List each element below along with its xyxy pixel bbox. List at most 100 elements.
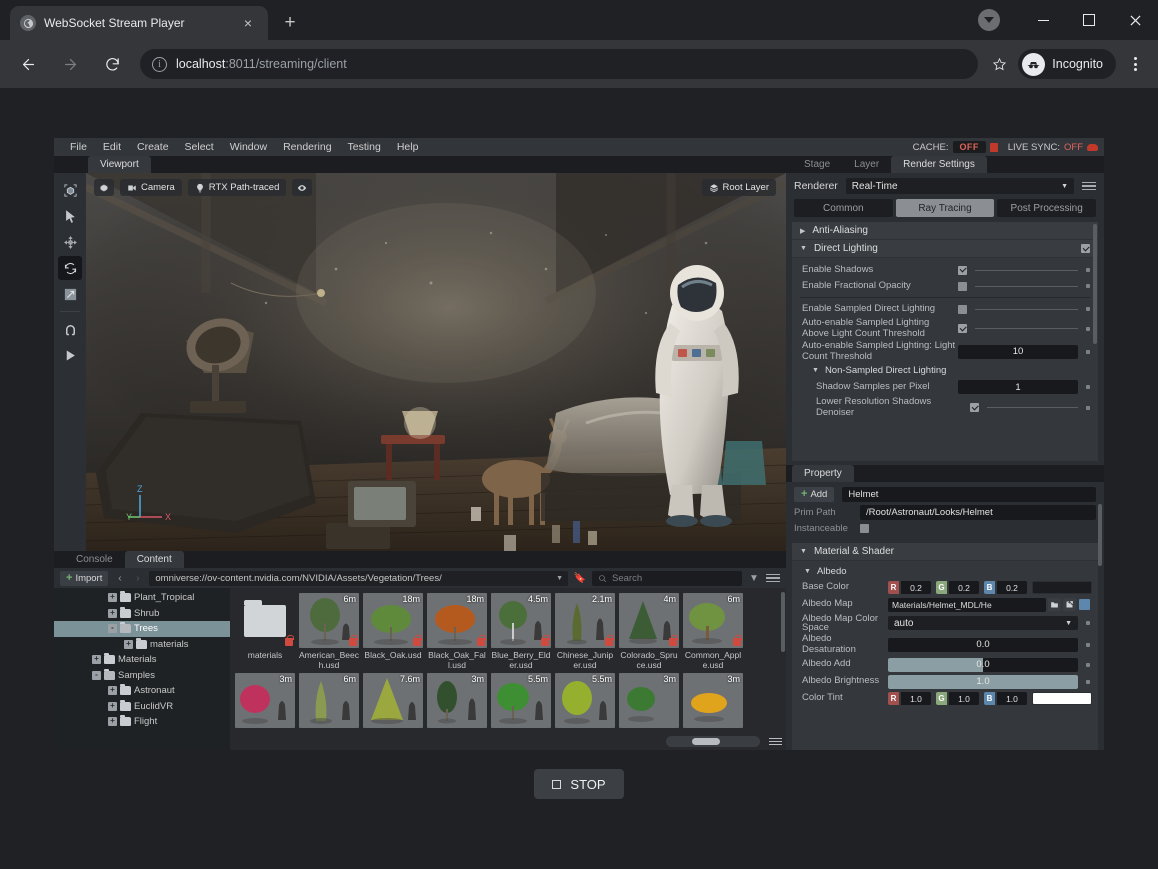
- menu-item-select[interactable]: Select: [177, 138, 222, 156]
- prim-path-field[interactable]: /Root/Astronaut/Looks/Helmet: [860, 505, 1096, 520]
- asset-item[interactable]: 5.5m: [491, 673, 551, 728]
- camera-button[interactable]: Camera: [120, 179, 182, 196]
- segment-ray-tracing[interactable]: Ray Tracing: [895, 199, 995, 217]
- channel-b-value[interactable]: 0.2: [997, 581, 1027, 594]
- tree-row[interactable]: + materials: [54, 637, 230, 653]
- expander[interactable]: -: [92, 670, 101, 680]
- channel-r-value[interactable]: 0.2: [901, 581, 931, 594]
- reset-dot[interactable]: [1086, 679, 1090, 684]
- section-checkbox[interactable]: [1081, 244, 1090, 253]
- section-direct-lighting[interactable]: ▼ Direct Lighting: [792, 240, 1098, 258]
- tree-row-trees[interactable]: - Trees: [54, 621, 230, 637]
- asset-item[interactable]: 2.1m Chinese_Juniper.usd: [555, 593, 615, 670]
- checkbox[interactable]: [958, 281, 967, 291]
- asset-item[interactable]: 6m American_Beech.usd: [299, 593, 359, 670]
- tint-g-value[interactable]: 1.0: [949, 692, 979, 705]
- checkbox[interactable]: [970, 403, 979, 412]
- tree-row[interactable]: + Astronaut: [54, 683, 230, 699]
- menu-item-rendering[interactable]: Rendering: [275, 138, 339, 156]
- viewport-settings-button[interactable]: [94, 179, 114, 196]
- checkbox[interactable]: [958, 265, 967, 275]
- render-settings-scrollbar[interactable]: [1093, 224, 1097, 344]
- asset-item[interactable]: 6m Common_Apple.usd: [683, 593, 743, 670]
- address-bar[interactable]: i localhost:8011/streaming/client: [140, 49, 979, 79]
- menu-item-create[interactable]: Create: [129, 138, 177, 156]
- external-link-icon[interactable]: [1063, 598, 1076, 611]
- section-anti-aliasing[interactable]: ▶ Anti-Aliasing: [792, 222, 1098, 240]
- asset-item[interactable]: materials: [235, 593, 295, 670]
- minimize-icon[interactable]: [1020, 0, 1066, 40]
- tree-row[interactable]: + Shrub: [54, 606, 230, 622]
- tab-viewport[interactable]: Viewport: [88, 156, 151, 173]
- menu-item-file[interactable]: File: [62, 138, 95, 156]
- visibility-button[interactable]: [292, 179, 313, 196]
- tab-layer[interactable]: Layer: [842, 156, 891, 173]
- tree-row[interactable]: + Plant_Tropical: [54, 590, 230, 606]
- import-button[interactable]: + Import: [60, 570, 109, 586]
- maximize-icon[interactable]: [1066, 0, 1112, 40]
- grid-scrollbar[interactable]: [781, 592, 785, 652]
- expander[interactable]: +: [108, 608, 117, 618]
- expander[interactable]: +: [108, 593, 117, 603]
- live-sync-status[interactable]: LIVE SYNC: OFF: [1008, 142, 1098, 153]
- segment-post-processing[interactable]: Post Processing: [997, 199, 1097, 217]
- bookmark-icon[interactable]: 🔖: [573, 573, 587, 584]
- section-material-shader[interactable]: ▼ Material & Shader: [792, 543, 1098, 561]
- back-arrow-icon[interactable]: [12, 48, 44, 80]
- asset-item[interactable]: 3m: [619, 673, 679, 728]
- tint-swatch[interactable]: [1032, 692, 1092, 705]
- scale-icon[interactable]: [58, 282, 82, 306]
- star-icon[interactable]: [986, 51, 1012, 77]
- render-mode-button[interactable]: RTX Path-traced: [187, 179, 287, 196]
- profile-chip[interactable]: Incognito: [1018, 49, 1116, 79]
- info-icon[interactable]: i: [152, 56, 167, 72]
- cache-status[interactable]: CACHE: OFF: [913, 141, 998, 153]
- tint-r-value[interactable]: 1.0: [901, 692, 931, 705]
- tab-stage[interactable]: Stage: [792, 156, 842, 173]
- tree-row[interactable]: + Flight: [54, 714, 230, 730]
- browser-tab[interactable]: WebSocket Stream Player ×: [10, 6, 268, 40]
- property-scrollbar[interactable]: [1098, 504, 1102, 566]
- path-field[interactable]: omniverse://ov-content.nvidia.com/NVIDIA…: [149, 570, 568, 586]
- expander[interactable]: +: [92, 655, 101, 665]
- reload-icon[interactable]: [96, 48, 128, 80]
- kebab-menu-icon[interactable]: [1120, 49, 1150, 79]
- desaturation-slider[interactable]: 0.0: [888, 637, 1078, 652]
- albedo-brightness-slider[interactable]: 1.0: [888, 674, 1078, 689]
- albedo-map-field[interactable]: Materials/Helmet_MDL/He: [888, 597, 1046, 612]
- reset-dot[interactable]: [1086, 268, 1090, 272]
- folder-browse-icon[interactable]: [1048, 598, 1061, 611]
- tab-content[interactable]: Content: [124, 551, 184, 568]
- subsection-non-sampled-direct-lighting[interactable]: ▼ Non-Sampled Direct Lighting: [792, 363, 1098, 378]
- menu-item-edit[interactable]: Edit: [95, 138, 129, 156]
- reset-dot[interactable]: [1086, 642, 1090, 647]
- play-icon[interactable]: [58, 343, 82, 367]
- search-input[interactable]: Search: [592, 570, 742, 586]
- reset-dot[interactable]: [1086, 405, 1090, 410]
- chevron-down-icon[interactable]: [978, 9, 1000, 31]
- list-view-icon[interactable]: [769, 736, 782, 747]
- section-albedo[interactable]: ▼ Albedo: [792, 564, 1098, 579]
- reset-dot[interactable]: [1086, 385, 1090, 389]
- add-button[interactable]: + Add: [794, 487, 835, 502]
- renderer-select[interactable]: Real-Time ▼: [845, 178, 1074, 194]
- root-layer-button[interactable]: Root Layer: [701, 179, 776, 196]
- asset-item[interactable]: 3m: [427, 673, 487, 728]
- asset-item[interactable]: 4m Colorado_Spruce.usd: [619, 593, 679, 670]
- expander[interactable]: +: [108, 717, 117, 727]
- asset-item[interactable]: 5.5m: [555, 673, 615, 728]
- expander[interactable]: +: [108, 701, 117, 711]
- tree-row[interactable]: + Materials: [54, 652, 230, 668]
- menu-item-window[interactable]: Window: [222, 138, 275, 156]
- checkbox[interactable]: [958, 324, 967, 333]
- reset-dot[interactable]: [1086, 307, 1090, 311]
- list-options-icon[interactable]: [766, 571, 780, 585]
- color-swatch[interactable]: [1032, 581, 1092, 594]
- prim-name-field[interactable]: Helmet: [842, 487, 1096, 502]
- reset-dot[interactable]: [1086, 621, 1090, 625]
- cursor-arrow-icon[interactable]: [58, 204, 82, 228]
- tree-row[interactable]: - Samples: [54, 668, 230, 684]
- color-space-select[interactable]: auto ▼: [888, 616, 1078, 630]
- number-field[interactable]: 10: [958, 344, 1078, 359]
- new-tab-button[interactable]: +: [276, 9, 304, 37]
